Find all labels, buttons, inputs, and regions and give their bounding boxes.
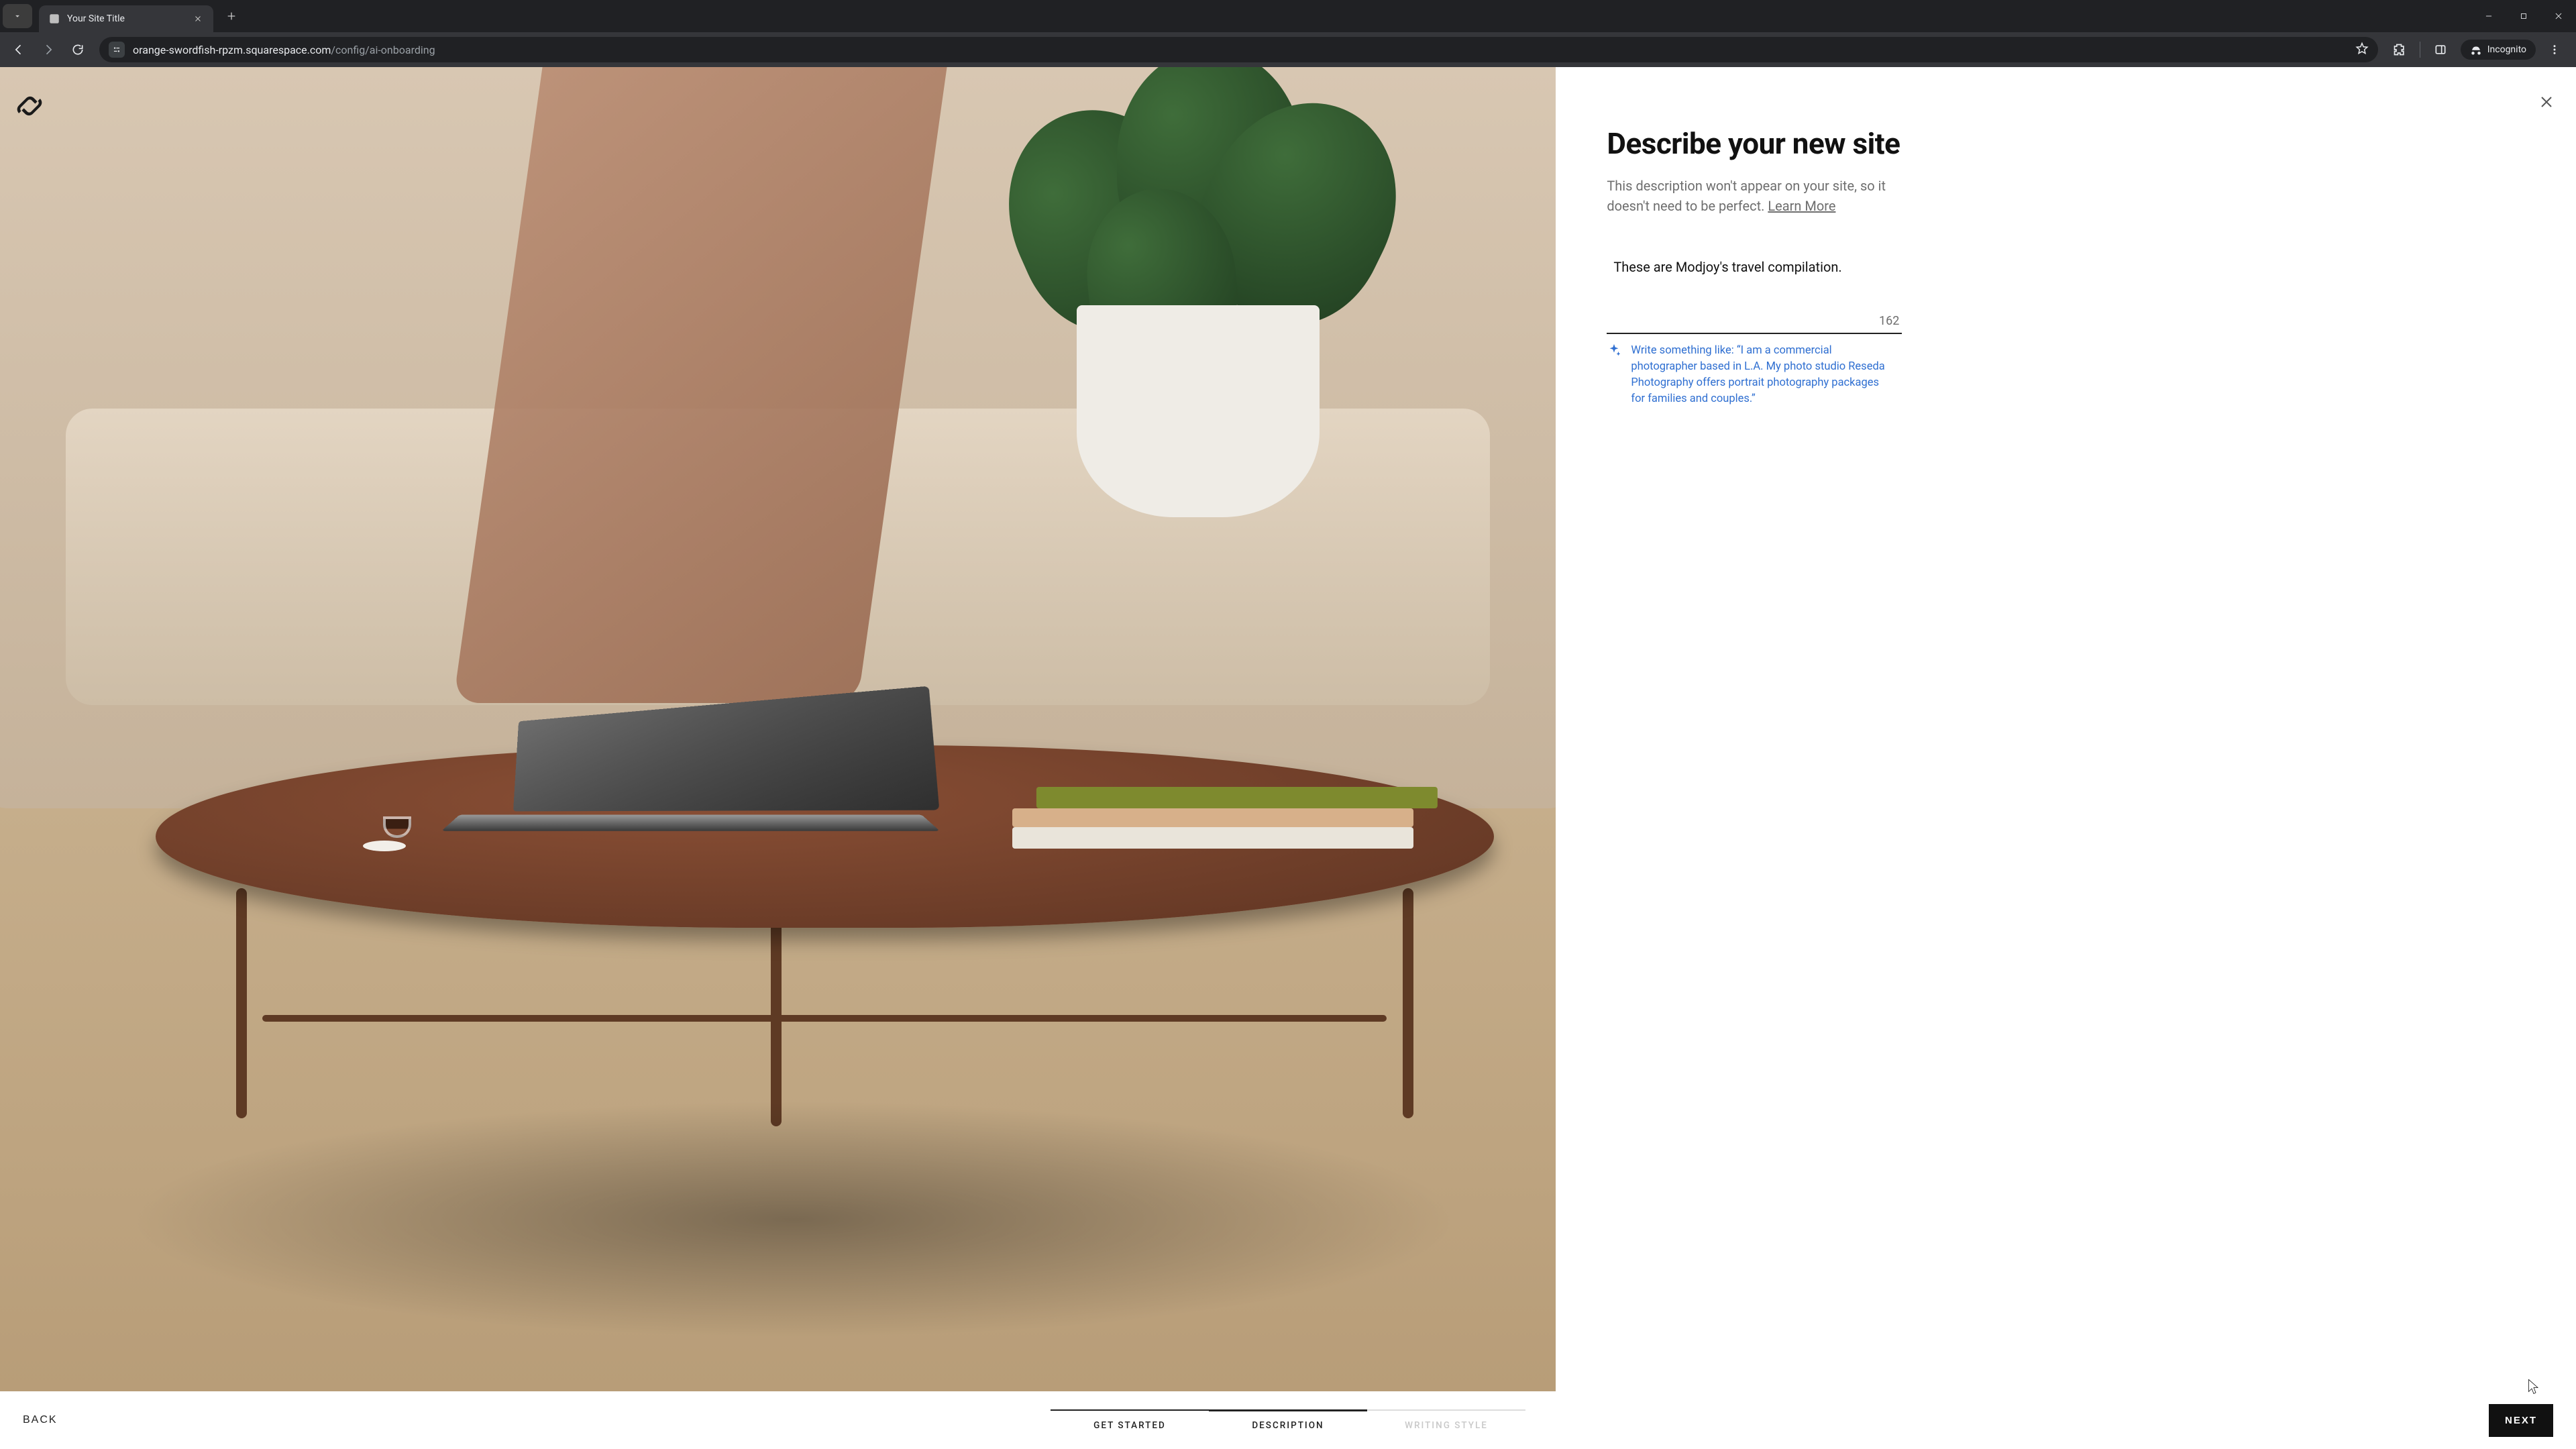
window-controls (2471, 0, 2576, 32)
nav-forward-button[interactable] (35, 36, 62, 63)
new-tab-button[interactable] (220, 5, 243, 28)
sparkle-icon (1607, 343, 1621, 407)
next-button[interactable]: NEXT (2489, 1404, 2553, 1437)
hero-image (0, 67, 1556, 1391)
page-content: Describe your new site This description … (0, 67, 2576, 1449)
form-heading: Describe your new site (1607, 126, 2544, 161)
form-subtext: This description won't appear on your si… (1607, 176, 1915, 216)
browser-toolbar: orange-swordfish-rpzm.squarespace.com/co… (0, 32, 2576, 67)
browser-titlebar: Your Site Title (0, 0, 2576, 32)
extensions-button[interactable] (2386, 36, 2413, 63)
step-get-started[interactable]: GET STARTED (1051, 1409, 1209, 1431)
browser-tab[interactable]: Your Site Title (39, 5, 213, 32)
tab-favicon-icon (48, 13, 60, 25)
close-onboarding-button[interactable] (2536, 91, 2557, 113)
browser-window: Your Site Title orange-swordfish-rpzm.sq… (0, 0, 2576, 1449)
onboarding-body: Describe your new site This description … (0, 67, 2576, 1391)
window-maximize-button[interactable] (2506, 0, 2541, 32)
tab-title: Your Site Title (67, 13, 185, 24)
window-minimize-button[interactable] (2471, 0, 2506, 32)
writing-hint: Write something like: “I am a commercial… (1607, 343, 1895, 407)
site-settings-button[interactable] (109, 42, 125, 58)
incognito-icon (2470, 44, 2482, 56)
incognito-indicator[interactable]: Incognito (2461, 40, 2536, 60)
back-button[interactable]: BACK (23, 1414, 58, 1426)
onboarding-form: Describe your new site This description … (1556, 67, 2576, 1391)
hint-text: Write something like: “I am a commercial… (1631, 343, 1895, 407)
step-description[interactable]: DESCRIPTION (1209, 1409, 1367, 1431)
tab-search-button[interactable] (3, 4, 32, 28)
url-text: orange-swordfish-rpzm.squarespace.com/co… (133, 44, 2347, 56)
incognito-label: Incognito (2487, 44, 2526, 55)
step-writing-style[interactable]: WRITING STYLE (1367, 1409, 1525, 1431)
side-panel-button[interactable] (2427, 36, 2454, 63)
browser-menu-button[interactable] (2542, 38, 2567, 62)
learn-more-link[interactable]: Learn More (1768, 198, 1835, 214)
tab-close-button[interactable] (192, 13, 204, 25)
nav-back-button[interactable] (5, 36, 32, 63)
address-bar[interactable]: orange-swordfish-rpzm.squarespace.com/co… (99, 37, 2378, 62)
squarespace-logo-icon[interactable] (16, 93, 43, 122)
window-close-button[interactable] (2541, 0, 2576, 32)
site-description-input[interactable] (1607, 255, 1902, 334)
bookmark-star-icon[interactable] (2355, 42, 2369, 58)
nav-reload-button[interactable] (64, 36, 91, 63)
onboarding-footer: BACK GET STARTED DESCRIPTION WRITING STY… (0, 1391, 2576, 1449)
step-indicator: GET STARTED DESCRIPTION WRITING STYLE (1051, 1409, 1525, 1431)
